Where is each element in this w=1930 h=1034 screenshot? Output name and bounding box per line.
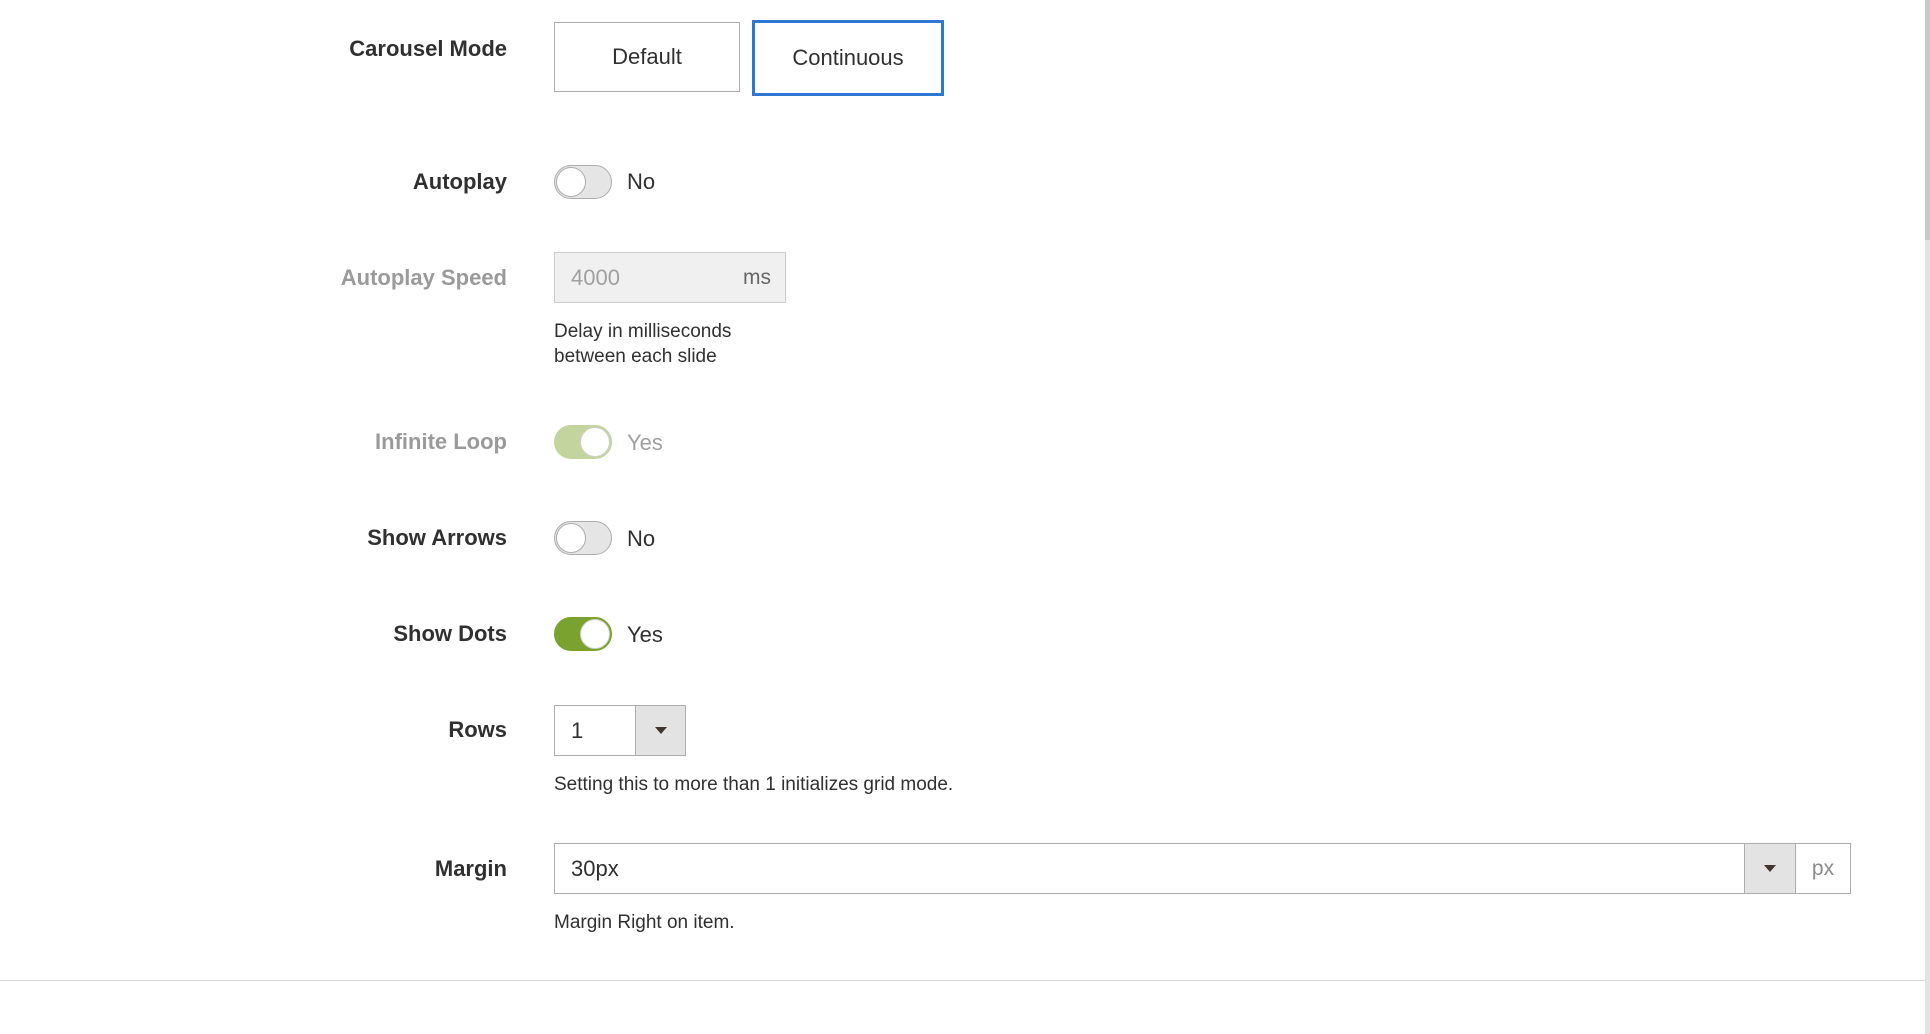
infinite-loop-toggle[interactable] <box>554 425 612 459</box>
margin-dropdown-toggle[interactable] <box>1744 844 1796 893</box>
infinite-loop-label: Infinite Loop <box>375 429 507 454</box>
carousel-mode-label: Carousel Mode <box>349 36 507 61</box>
carousel-mode-default-button[interactable]: Default <box>554 22 740 92</box>
autoplay-speed-note-line2: between each slide <box>554 346 717 367</box>
autoplay-speed-label: Autoplay Speed <box>340 265 507 290</box>
rows-select-value: 1 <box>571 718 584 743</box>
autoplay-speed-field: ms <box>554 252 786 303</box>
rows-note: Setting this to more than 1 initializes … <box>554 774 954 795</box>
page-scrollbar[interactable] <box>1925 0 1930 1034</box>
autoplay-speed-input[interactable] <box>555 253 725 302</box>
toggle-knob-icon <box>580 619 610 649</box>
scrollbar-thumb[interactable] <box>1925 0 1930 240</box>
rows-label: Rows <box>448 717 507 742</box>
rows-dropdown-toggle[interactable] <box>635 706 685 755</box>
show-arrows-toggle[interactable] <box>554 521 612 555</box>
rows-select[interactable]: 1 <box>554 705 686 756</box>
caret-down-icon <box>654 727 667 734</box>
carousel-settings-panel: Carousel Mode Default Continuous Autopla… <box>0 0 1930 1034</box>
margin-select[interactable]: 30px px <box>554 843 1851 894</box>
margin-unit: px <box>1796 844 1850 893</box>
toggle-knob-icon <box>580 427 610 457</box>
carousel-mode-continuous-button[interactable]: Continuous <box>752 20 944 96</box>
autoplay-label: Autoplay <box>412 169 507 194</box>
infinite-loop-state-text: Yes <box>627 430 663 455</box>
show-dots-label: Show Dots <box>393 621 507 646</box>
autoplay-speed-note-line1: Delay in milliseconds <box>554 321 732 342</box>
show-arrows-label: Show Arrows <box>367 525 507 550</box>
margin-select-value: 30px <box>571 856 619 881</box>
toggle-knob-icon <box>556 523 586 553</box>
toggle-knob-icon <box>556 167 586 197</box>
show-arrows-state-text: No <box>627 526 656 551</box>
autoplay-state-text: No <box>627 169 656 194</box>
caret-down-icon <box>1764 865 1776 872</box>
next-section-area <box>0 981 1925 1034</box>
autoplay-speed-unit: ms <box>743 266 771 289</box>
show-dots-toggle[interactable] <box>554 617 612 651</box>
margin-label: Margin <box>434 856 507 881</box>
show-dots-state-text: Yes <box>627 622 663 647</box>
margin-note: Margin Right on item. <box>554 912 735 933</box>
autoplay-toggle[interactable] <box>554 165 612 199</box>
